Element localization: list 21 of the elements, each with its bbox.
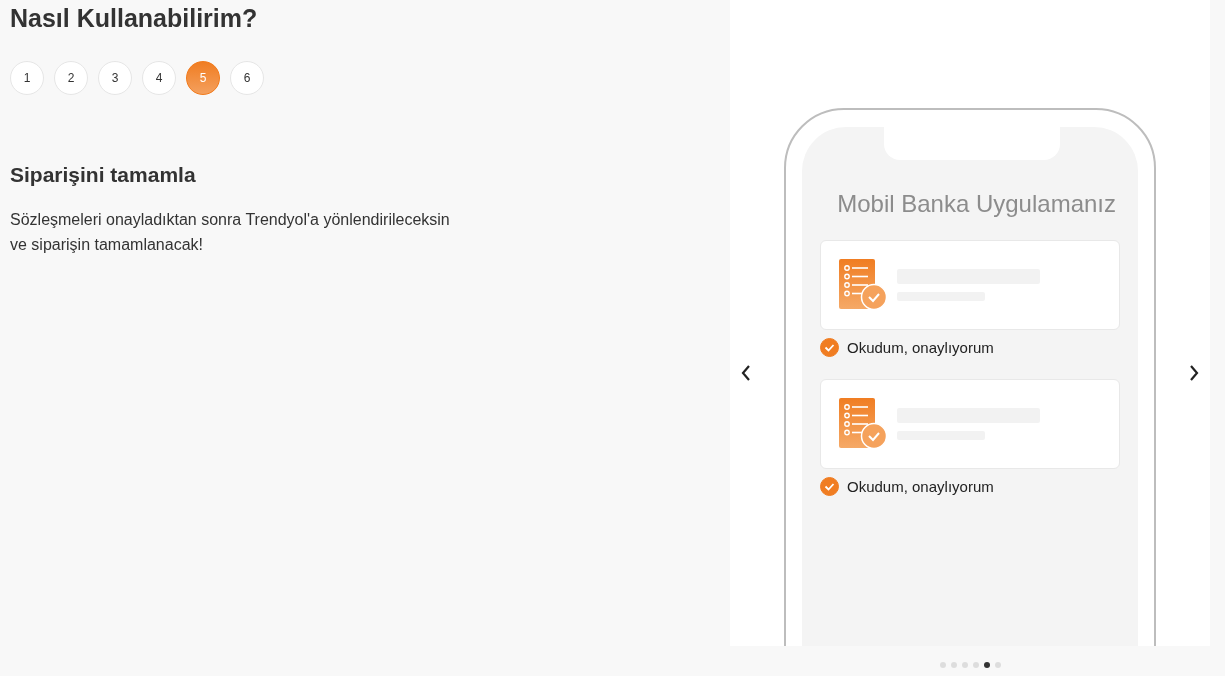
page-title: Nasıl Kullanabilirim?: [10, 4, 259, 33]
step-button[interactable]: 4: [142, 61, 176, 95]
slide-dot[interactable]: [972, 662, 979, 668]
slide-dot[interactable]: [994, 662, 1001, 668]
checklist-document-icon: [839, 398, 887, 450]
step-title: Siparişini tamamla: [10, 163, 197, 187]
slide-dot[interactable]: [961, 662, 968, 668]
step-button[interactable]: 2: [54, 61, 88, 95]
step-button[interactable]: 1: [10, 61, 44, 95]
agreement-label: Okudum, onaylıyorum: [847, 478, 994, 495]
step-description: Sözleşmeleri onayladıktan sonra Trendyol'a yönlendirileceksin ve siparişin tamamlanacak!: [10, 210, 451, 255]
app-title: Mobil Banka Uygulamanız: [836, 190, 1117, 218]
step-button[interactable]: 6: [230, 61, 264, 95]
checkbox[interactable]: [820, 338, 839, 357]
checkbox[interactable]: [820, 477, 839, 496]
slide-dot[interactable]: [950, 662, 957, 668]
slide-dot[interactable]: [983, 662, 990, 668]
checklist-document-icon: [839, 259, 887, 311]
step-button[interactable]: 3: [98, 61, 132, 95]
agreement-label: Okudum, onaylıyorum: [847, 339, 994, 356]
slide-dot[interactable]: [939, 662, 946, 668]
